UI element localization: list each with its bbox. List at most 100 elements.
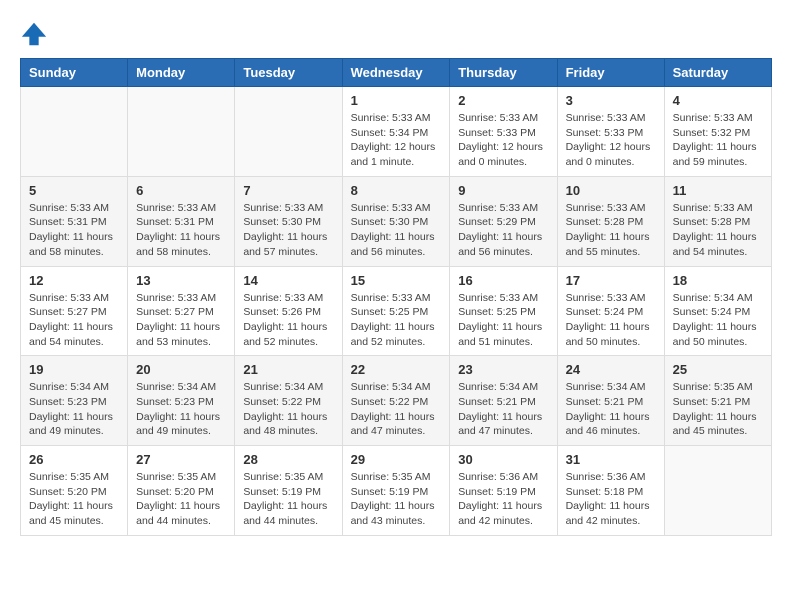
logo [20, 20, 52, 48]
calendar-cell: 27 Sunrise: 5:35 AM Sunset: 5:20 PM Dayli… [128, 446, 235, 536]
day-number: 15 [351, 273, 442, 288]
day-info: Sunrise: 5:33 AM Sunset: 5:27 PM Dayligh… [136, 291, 226, 350]
day-number: 18 [673, 273, 763, 288]
day-info: Sunrise: 5:33 AM Sunset: 5:25 PM Dayligh… [458, 291, 548, 350]
weekday-header: Wednesday [342, 59, 450, 87]
day-number: 12 [29, 273, 119, 288]
day-number: 7 [243, 183, 333, 198]
day-info: Sunrise: 5:33 AM Sunset: 5:32 PM Dayligh… [673, 111, 763, 170]
day-info: Sunrise: 5:33 AM Sunset: 5:25 PM Dayligh… [351, 291, 442, 350]
calendar-week-row: 19 Sunrise: 5:34 AM Sunset: 5:23 PM Dayli… [21, 356, 772, 446]
day-number: 13 [136, 273, 226, 288]
calendar-cell: 15 Sunrise: 5:33 AM Sunset: 5:25 PM Dayli… [342, 266, 450, 356]
calendar-cell: 21Sunrise: 5:34 AM Sunset: 5:22 PM Dayli… [235, 356, 342, 446]
calendar-cell: 13 Sunrise: 5:33 AM Sunset: 5:27 PM Dayli… [128, 266, 235, 356]
calendar-cell: 5 Sunrise: 5:33 AM Sunset: 5:31 PM Daylig… [21, 176, 128, 266]
calendar-cell: 28Sunrise: 5:35 AM Sunset: 5:19 PM Dayli… [235, 446, 342, 536]
calendar-cell: 7Sunrise: 5:33 AM Sunset: 5:30 PM Daylig… [235, 176, 342, 266]
calendar-cell: 17 Sunrise: 5:33 AM Sunset: 5:24 PM Dayli… [557, 266, 664, 356]
day-info: Sunrise: 5:34 AM Sunset: 5:21 PM Dayligh… [566, 380, 656, 439]
calendar-week-row: 12 Sunrise: 5:33 AM Sunset: 5:27 PM Dayli… [21, 266, 772, 356]
day-number: 29 [351, 452, 442, 467]
calendar-cell [664, 446, 771, 536]
day-number: 4 [673, 93, 763, 108]
day-number: 23 [458, 362, 548, 377]
day-info: Sunrise: 5:33 AM Sunset: 5:26 PM Dayligh… [243, 291, 333, 350]
day-info: Sunrise: 5:34 AM Sunset: 5:22 PM Dayligh… [351, 380, 442, 439]
calendar-cell: 3 Sunrise: 5:33 AM Sunset: 5:33 PM Daylig… [557, 87, 664, 177]
calendar-cell: 9 Sunrise: 5:33 AM Sunset: 5:29 PM Daylig… [450, 176, 557, 266]
calendar-cell: 22 Sunrise: 5:34 AM Sunset: 5:22 PM Dayli… [342, 356, 450, 446]
day-info: Sunrise: 5:36 AM Sunset: 5:19 PM Dayligh… [458, 470, 548, 529]
calendar-cell: 26 Sunrise: 5:35 AM Sunset: 5:20 PM Dayli… [21, 446, 128, 536]
day-info: Sunrise: 5:35 AM Sunset: 5:20 PM Dayligh… [29, 470, 119, 529]
day-info: Sunrise: 5:33 AM Sunset: 5:24 PM Dayligh… [566, 291, 656, 350]
calendar-cell: 19Sunrise: 5:34 AM Sunset: 5:23 PM Dayli… [21, 356, 128, 446]
calendar-cell: 23 Sunrise: 5:34 AM Sunset: 5:21 PM Dayli… [450, 356, 557, 446]
calendar-cell: 2Sunrise: 5:33 AM Sunset: 5:33 PM Daylig… [450, 87, 557, 177]
calendar-header-row: SundayMondayTuesdayWednesdayThursdayFrid… [21, 59, 772, 87]
calendar-cell [21, 87, 128, 177]
weekday-header: Tuesday [235, 59, 342, 87]
day-info: Sunrise: 5:34 AM Sunset: 5:24 PM Dayligh… [673, 291, 763, 350]
day-info: Sunrise: 5:33 AM Sunset: 5:27 PM Dayligh… [29, 291, 119, 350]
day-info: Sunrise: 5:33 AM Sunset: 5:34 PM Dayligh… [351, 111, 442, 170]
day-number: 26 [29, 452, 119, 467]
calendar-cell [128, 87, 235, 177]
calendar-cell: 25 Sunrise: 5:35 AM Sunset: 5:21 PM Dayli… [664, 356, 771, 446]
calendar-week-row: 5 Sunrise: 5:33 AM Sunset: 5:31 PM Daylig… [21, 176, 772, 266]
day-number: 10 [566, 183, 656, 198]
day-number: 30 [458, 452, 548, 467]
day-number: 28 [243, 452, 333, 467]
calendar-cell: 8Sunrise: 5:33 AM Sunset: 5:30 PM Daylig… [342, 176, 450, 266]
day-info: Sunrise: 5:36 AM Sunset: 5:18 PM Dayligh… [566, 470, 656, 529]
day-info: Sunrise: 5:33 AM Sunset: 5:33 PM Dayligh… [566, 111, 656, 170]
day-info: Sunrise: 5:34 AM Sunset: 5:23 PM Dayligh… [136, 380, 226, 439]
day-number: 3 [566, 93, 656, 108]
calendar-cell [235, 87, 342, 177]
day-number: 24 [566, 362, 656, 377]
day-number: 20 [136, 362, 226, 377]
logo-icon [20, 20, 48, 48]
calendar-cell: 30 Sunrise: 5:36 AM Sunset: 5:19 PM Dayli… [450, 446, 557, 536]
page-header [20, 20, 772, 48]
calendar-week-row: 1 Sunrise: 5:33 AM Sunset: 5:34 PM Daylig… [21, 87, 772, 177]
day-number: 6 [136, 183, 226, 198]
calendar-week-row: 26 Sunrise: 5:35 AM Sunset: 5:20 PM Dayli… [21, 446, 772, 536]
weekday-header: Friday [557, 59, 664, 87]
day-info: Sunrise: 5:33 AM Sunset: 5:29 PM Dayligh… [458, 201, 548, 260]
calendar-cell: 4 Sunrise: 5:33 AM Sunset: 5:32 PM Daylig… [664, 87, 771, 177]
day-number: 8 [351, 183, 442, 198]
day-number: 19 [29, 362, 119, 377]
day-info: Sunrise: 5:35 AM Sunset: 5:19 PM Dayligh… [351, 470, 442, 529]
calendar-cell: 29 Sunrise: 5:35 AM Sunset: 5:19 PM Dayli… [342, 446, 450, 536]
day-number: 9 [458, 183, 548, 198]
calendar-cell: 6Sunrise: 5:33 AM Sunset: 5:31 PM Daylig… [128, 176, 235, 266]
day-number: 17 [566, 273, 656, 288]
day-number: 5 [29, 183, 119, 198]
day-number: 14 [243, 273, 333, 288]
day-number: 11 [673, 183, 763, 198]
weekday-header: Saturday [664, 59, 771, 87]
day-number: 27 [136, 452, 226, 467]
calendar-cell: 20 Sunrise: 5:34 AM Sunset: 5:23 PM Dayli… [128, 356, 235, 446]
calendar-cell: 16Sunrise: 5:33 AM Sunset: 5:25 PM Dayli… [450, 266, 557, 356]
day-number: 1 [351, 93, 442, 108]
day-number: 22 [351, 362, 442, 377]
calendar-cell: 24 Sunrise: 5:34 AM Sunset: 5:21 PM Dayli… [557, 356, 664, 446]
day-number: 25 [673, 362, 763, 377]
day-info: Sunrise: 5:35 AM Sunset: 5:21 PM Dayligh… [673, 380, 763, 439]
calendar-cell: 18 Sunrise: 5:34 AM Sunset: 5:24 PM Dayli… [664, 266, 771, 356]
day-info: Sunrise: 5:35 AM Sunset: 5:20 PM Dayligh… [136, 470, 226, 529]
calendar-cell: 10 Sunrise: 5:33 AM Sunset: 5:28 PM Dayli… [557, 176, 664, 266]
calendar-cell: 1 Sunrise: 5:33 AM Sunset: 5:34 PM Daylig… [342, 87, 450, 177]
calendar-cell: 11 Sunrise: 5:33 AM Sunset: 5:28 PM Dayli… [664, 176, 771, 266]
day-info: Sunrise: 5:33 AM Sunset: 5:28 PM Dayligh… [673, 201, 763, 260]
day-info: Sunrise: 5:33 AM Sunset: 5:31 PM Dayligh… [29, 201, 119, 260]
calendar-cell: 31Sunrise: 5:36 AM Sunset: 5:18 PM Dayli… [557, 446, 664, 536]
calendar-cell: 14 Sunrise: 5:33 AM Sunset: 5:26 PM Dayli… [235, 266, 342, 356]
day-info: Sunrise: 5:34 AM Sunset: 5:21 PM Dayligh… [458, 380, 548, 439]
weekday-header: Thursday [450, 59, 557, 87]
day-info: Sunrise: 5:33 AM Sunset: 5:28 PM Dayligh… [566, 201, 656, 260]
weekday-header: Sunday [21, 59, 128, 87]
